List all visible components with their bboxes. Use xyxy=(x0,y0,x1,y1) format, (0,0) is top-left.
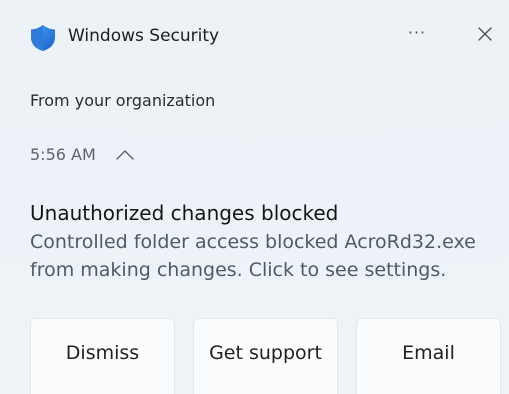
toast-header: Windows Security ··· xyxy=(30,23,500,51)
notification-toast[interactable]: Windows Security ··· From your organizat… xyxy=(0,0,509,394)
email-button[interactable]: Email xyxy=(356,318,501,394)
close-icon xyxy=(478,27,492,41)
toast-title: Unauthorized changes blocked xyxy=(30,201,339,225)
dismiss-button[interactable]: Dismiss xyxy=(30,318,175,394)
source-label: From your organization xyxy=(30,91,216,110)
close-button[interactable] xyxy=(471,20,499,48)
get-support-button[interactable]: Get support xyxy=(193,318,338,394)
chevron-up-icon[interactable] xyxy=(114,144,136,166)
shield-icon xyxy=(30,24,56,52)
more-options-button[interactable]: ··· xyxy=(400,20,434,48)
action-buttons: Dismiss Get support Email xyxy=(30,318,509,394)
timestamp: 5:56 AM xyxy=(30,145,96,164)
toast-body: Controlled folder access blocked AcroRd3… xyxy=(30,231,476,281)
app-title: Windows Security xyxy=(68,26,220,46)
